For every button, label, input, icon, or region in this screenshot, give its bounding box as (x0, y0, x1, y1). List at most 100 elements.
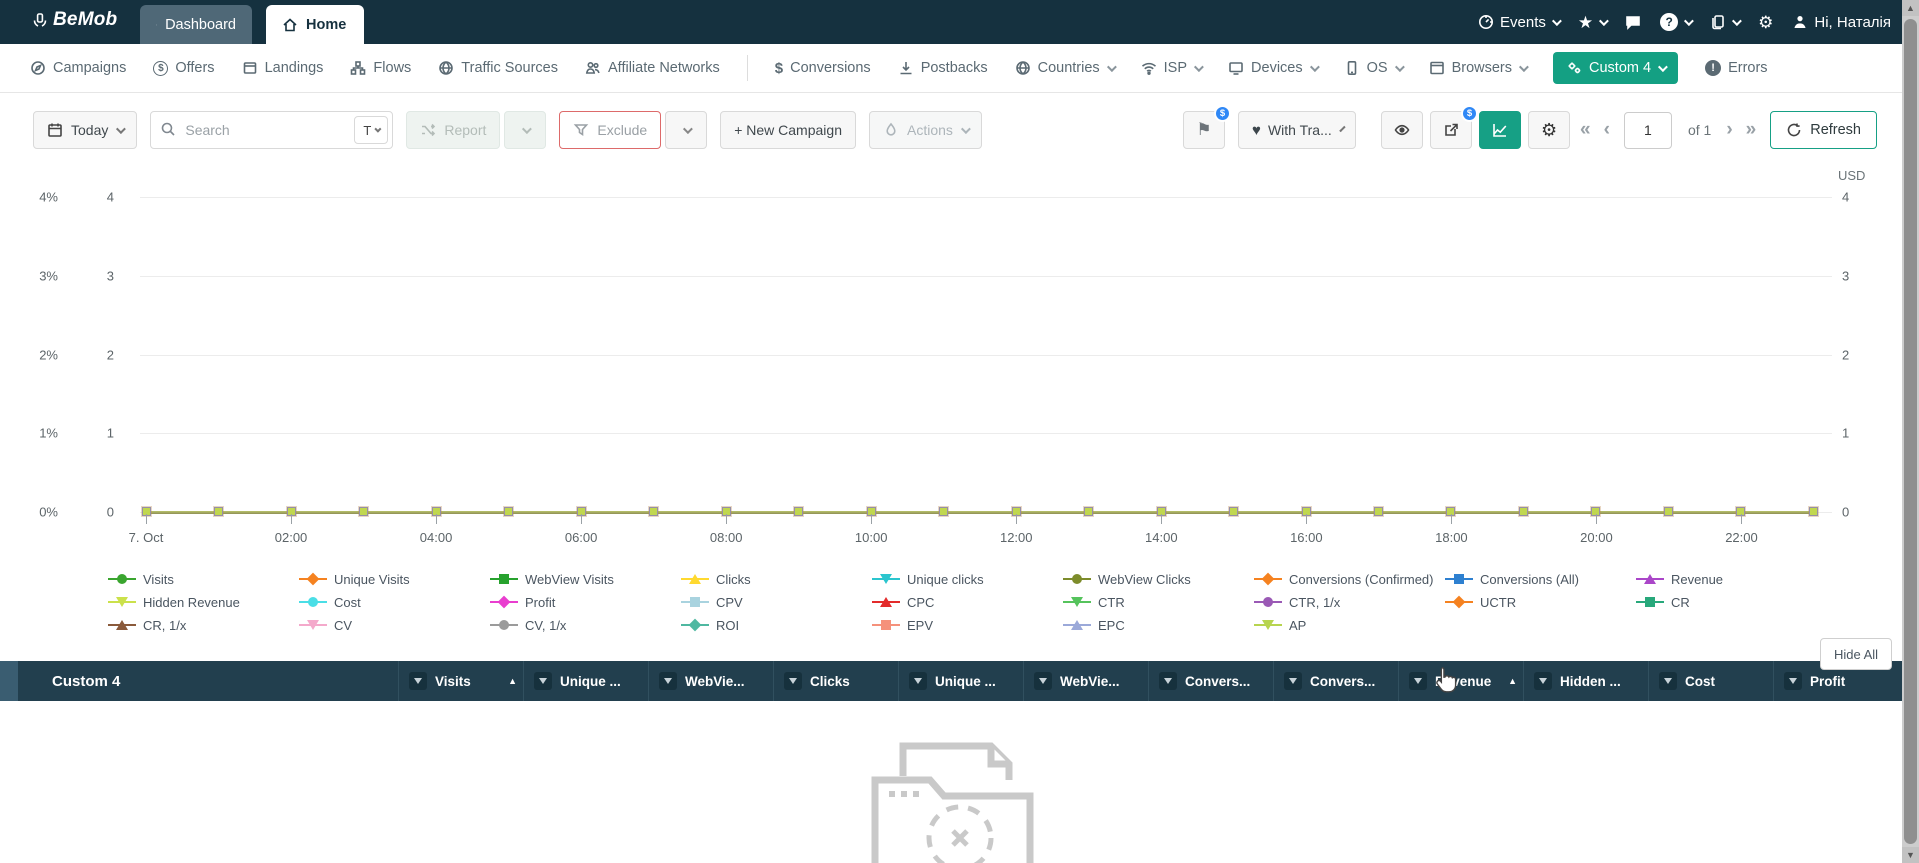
column-header[interactable]: Unique ... (523, 661, 648, 701)
nav-flows[interactable]: Flows (350, 60, 411, 76)
legend-item[interactable]: WebView Visits (490, 570, 681, 588)
exclude-dropdown-button[interactable] (665, 111, 708, 149)
report-dropdown-button[interactable] (504, 111, 547, 149)
search-type-button[interactable]: T (354, 116, 389, 144)
actions-button[interactable]: Actions (868, 111, 982, 149)
legend-item[interactable]: CTR, 1/x (1254, 593, 1445, 611)
vertical-scrollbar[interactable]: ▲ ▼ (1902, 0, 1919, 863)
nav-landings[interactable]: Landings (242, 60, 323, 76)
table-settings-button[interactable]: ⚙ (1528, 111, 1571, 149)
column-filter-icon[interactable] (1659, 672, 1677, 690)
prev-page-button[interactable]: ‹ (1601, 119, 1613, 141)
new-campaign-button[interactable]: + New Campaign (720, 111, 856, 149)
legend-item[interactable]: EPV (872, 616, 1063, 634)
legend-item[interactable]: ROI (681, 616, 872, 634)
column-filter-icon[interactable] (1159, 672, 1177, 690)
next-page-button[interactable]: › (1723, 119, 1735, 141)
flag-filter-button[interactable]: $ ⚑ (1183, 105, 1232, 149)
legend-item[interactable]: Unique clicks (872, 570, 1063, 588)
legend-item[interactable]: CR, 1/x (108, 616, 299, 634)
export-button[interactable]: $ (1430, 105, 1479, 149)
nav-os[interactable]: OS (1344, 60, 1405, 76)
group-column-header[interactable]: Custom 4 (18, 661, 398, 701)
nav-postbacks[interactable]: Postbacks (898, 60, 988, 76)
column-header[interactable]: Cost (1648, 661, 1773, 701)
date-range-button[interactable]: Today (33, 111, 138, 149)
page-number-input[interactable] (1623, 111, 1672, 149)
tab-home[interactable]: Home (266, 5, 364, 44)
column-filter-icon[interactable] (659, 672, 677, 690)
legend-item[interactable]: Visits (108, 570, 299, 588)
tab-dashboard[interactable]: Dashboard (140, 5, 252, 44)
column-header[interactable]: WebVie... (648, 661, 773, 701)
column-header[interactable]: Visits ▲ (398, 661, 523, 701)
legend-item[interactable]: Hidden Revenue (108, 593, 299, 611)
legend-item[interactable]: EPC (1063, 616, 1254, 634)
events-menu[interactable]: Events (1478, 14, 1562, 31)
nav-offers[interactable]: $ Offers (153, 60, 215, 76)
columns-visibility-button[interactable] (1381, 111, 1424, 149)
column-header[interactable]: Hidden ... (1523, 661, 1648, 701)
legend-item[interactable]: CPV (681, 593, 872, 611)
legend-label: Profit (525, 594, 556, 610)
legend-item[interactable]: CPC (872, 593, 1063, 611)
exclude-button[interactable]: Exclude (559, 111, 662, 149)
column-filter-icon[interactable] (1409, 672, 1427, 690)
column-header[interactable]: Convers... (1273, 661, 1398, 701)
nav-countries[interactable]: Countries (1015, 60, 1117, 76)
column-filter-icon[interactable] (1284, 672, 1302, 690)
column-filter-icon[interactable] (1784, 672, 1802, 690)
column-filter-icon[interactable] (784, 672, 802, 690)
legend-item[interactable]: Revenue (1636, 570, 1827, 588)
legend-item[interactable]: CV, 1/x (490, 616, 681, 634)
column-filter-icon[interactable] (1034, 672, 1052, 690)
favorites-menu[interactable]: ★ (1578, 14, 1610, 31)
nav-traffic-sources[interactable]: Traffic Sources (438, 60, 558, 76)
legend-item[interactable]: CTR (1063, 593, 1254, 611)
legend-item[interactable]: Unique Visits (299, 570, 490, 588)
column-header[interactable]: Unique ... (898, 661, 1023, 701)
scrollbar-thumb[interactable] (1904, 19, 1917, 844)
legend-item[interactable]: UCTR (1445, 593, 1636, 611)
hide-all-button[interactable]: Hide All (1820, 638, 1892, 670)
legend-item[interactable]: CR (1636, 593, 1827, 611)
column-filter-icon[interactable] (409, 672, 427, 690)
last-page-button[interactable]: » (1743, 119, 1760, 141)
scroll-down-arrow[interactable]: ▼ (1902, 847, 1919, 863)
refresh-button[interactable]: Refresh (1770, 111, 1877, 149)
column-header[interactable]: Revenue ▲ (1398, 661, 1523, 701)
column-filter-icon[interactable] (1534, 672, 1552, 690)
first-page-button[interactable]: « (1577, 119, 1594, 141)
column-header[interactable]: Clicks (773, 661, 898, 701)
legend-item[interactable]: Cost (299, 593, 490, 611)
traffic-filter-dropdown[interactable]: ♥ With Tra... (1238, 111, 1357, 149)
nav-campaigns[interactable]: Campaigns (30, 60, 126, 76)
nav-errors[interactable]: ! Errors (1705, 60, 1768, 76)
scroll-up-arrow[interactable]: ▲ (1902, 0, 1919, 16)
nav-browsers[interactable]: Browsers (1429, 60, 1529, 76)
column-filter-icon[interactable] (909, 672, 927, 690)
legend-item[interactable]: AP (1254, 616, 1445, 634)
bemob-logo[interactable]: BeMob (32, 9, 117, 31)
nav-custom-4[interactable]: Custom 4 (1553, 52, 1679, 84)
column-header[interactable]: WebVie... (1023, 661, 1148, 701)
resources-menu[interactable] (1710, 14, 1743, 30)
chat-button[interactable] (1625, 14, 1641, 30)
nav-isp[interactable]: ISP (1141, 60, 1204, 76)
settings-button[interactable]: ⚙ (1758, 14, 1773, 31)
legend-item[interactable]: Clicks (681, 570, 872, 588)
report-button[interactable]: Report (406, 111, 501, 149)
legend-item[interactable]: Conversions (Confirmed) (1254, 570, 1445, 588)
legend-item[interactable]: CV (299, 616, 490, 634)
nav-affiliate-networks[interactable]: Affiliate Networks (585, 60, 720, 76)
column-filter-icon[interactable] (534, 672, 552, 690)
column-header[interactable]: Convers... (1148, 661, 1273, 701)
nav-conversions[interactable]: $ Conversions (775, 60, 871, 77)
legend-item[interactable]: WebView Clicks (1063, 570, 1254, 588)
legend-item[interactable]: Conversions (All) (1445, 570, 1636, 588)
legend-item[interactable]: Profit (490, 593, 681, 611)
nav-devices[interactable]: Devices (1228, 60, 1320, 76)
chart-toggle-button[interactable] (1479, 111, 1522, 149)
help-menu[interactable]: ? (1660, 13, 1695, 31)
user-menu[interactable]: Hi, Наталія (1792, 14, 1891, 31)
